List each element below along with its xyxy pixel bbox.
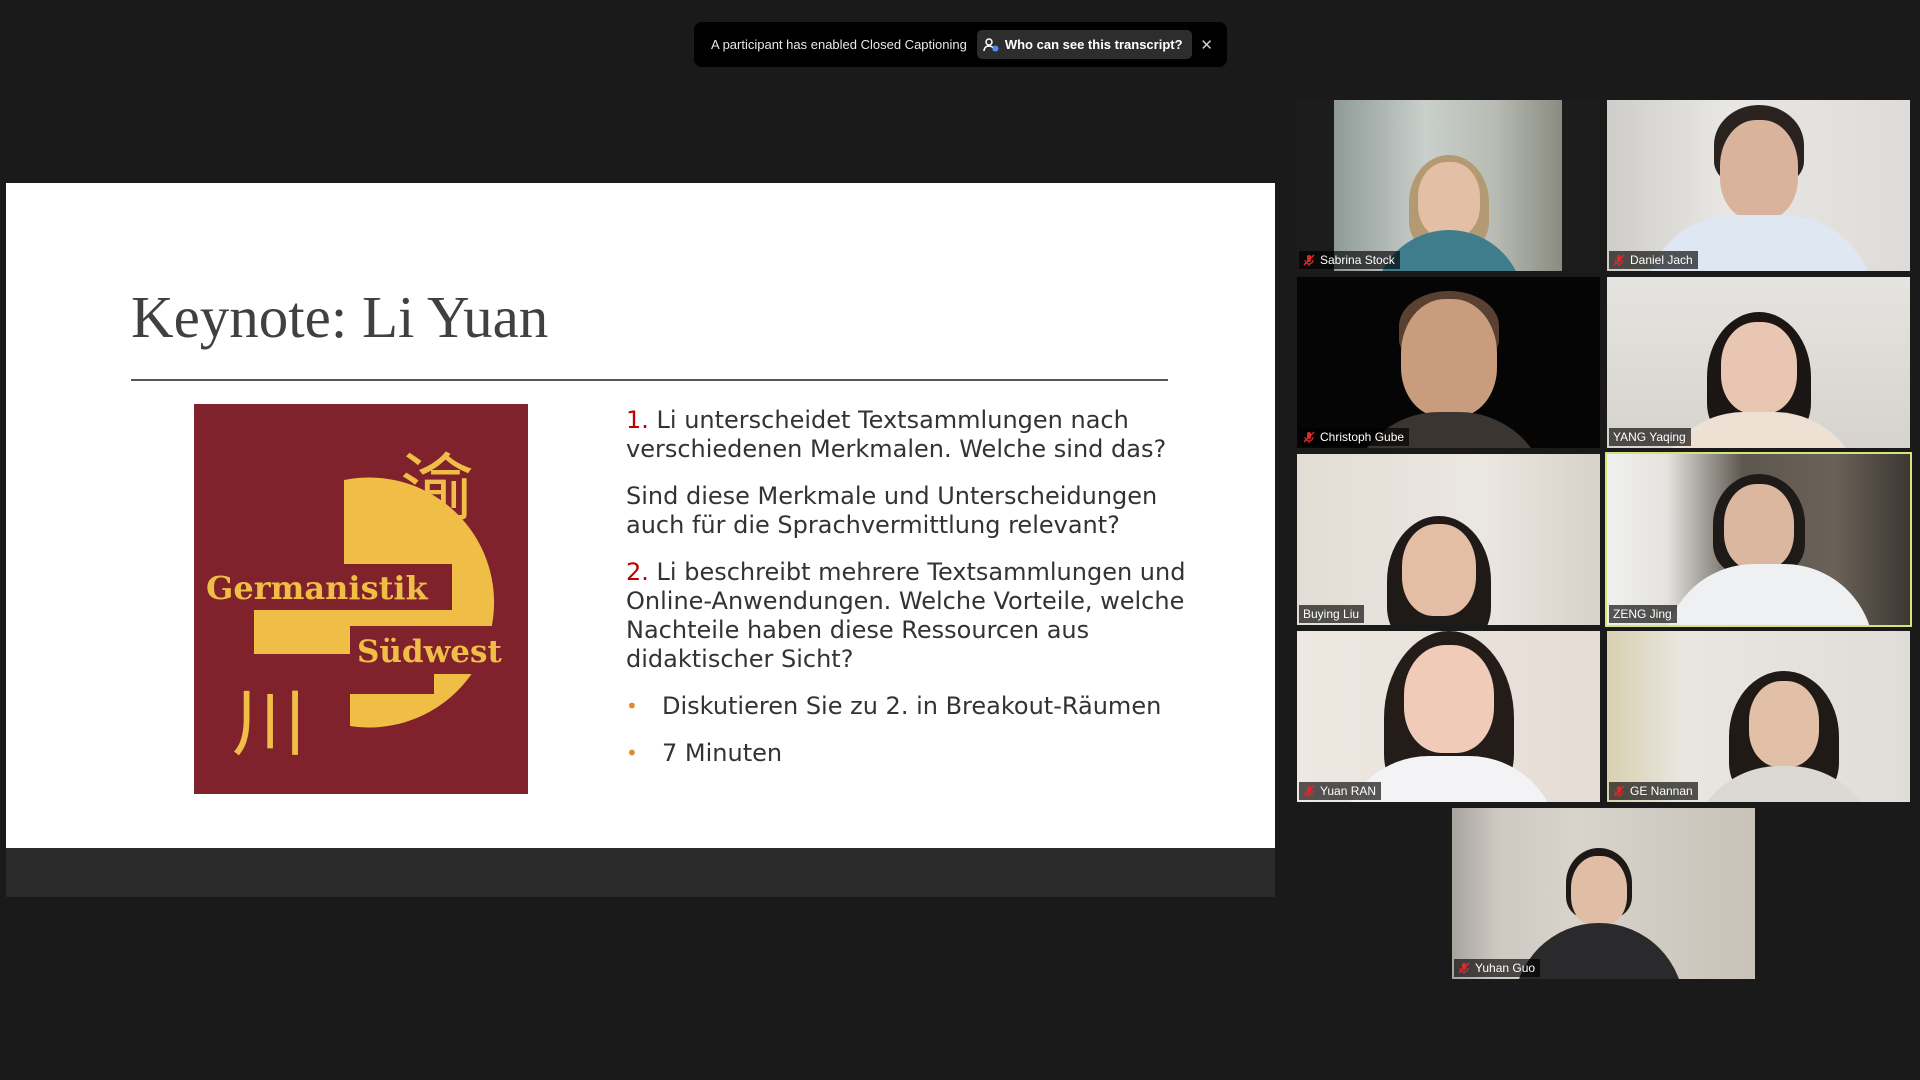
participant-name-label: Daniel Jach bbox=[1609, 251, 1698, 269]
bullet-icon: • bbox=[626, 694, 638, 718]
question-1-number: 1. bbox=[626, 406, 649, 434]
participant-face bbox=[1720, 322, 1797, 414]
question-1: 1. Li unterscheidet Textsammlungen nach … bbox=[626, 406, 1186, 464]
participant-name-label: Buying Liu bbox=[1299, 605, 1365, 623]
germanistik-suedwest-logo: Germanistik Südwest 渝 川 bbox=[194, 404, 528, 794]
logo-text-suedwest: Südwest bbox=[357, 634, 502, 670]
question-1-followup: Sind diese Merkmale und Unterscheidungen… bbox=[626, 482, 1158, 539]
video-tile-sabrina-stock[interactable]: Sabrina Stock bbox=[1297, 100, 1600, 271]
participant-face bbox=[1719, 120, 1798, 220]
participant-name-label: Sabrina Stock bbox=[1299, 251, 1400, 269]
muted-mic-icon bbox=[1458, 962, 1470, 974]
logo-char-top: 渝 bbox=[400, 446, 474, 532]
video-tile-zeng-jing[interactable]: ZENG Jing bbox=[1605, 452, 1912, 627]
participant-name-label: YANG Yaqing bbox=[1609, 428, 1691, 446]
participant-name-label: Christoph Gube bbox=[1299, 428, 1410, 446]
participant-name: YANG Yaqing bbox=[1613, 430, 1686, 444]
video-tile-christoph-gube[interactable]: Christoph Gube bbox=[1297, 277, 1600, 448]
slide-content: 1. Li unterscheidet Textsammlungen nach … bbox=[626, 406, 1186, 786]
muted-mic-icon bbox=[1613, 785, 1625, 797]
bullet-text: Diskutieren Sie zu 2. in Breakout-Räumen bbox=[662, 692, 1162, 720]
logo-graphic: Germanistik Südwest 渝 川 bbox=[194, 446, 528, 767]
video-tile-ge-nannan[interactable]: GE Nannan bbox=[1607, 631, 1910, 802]
captions-notification-banner: A participant has enabled Closed Caption… bbox=[694, 22, 1227, 67]
participant-name: Yuan RAN bbox=[1320, 784, 1377, 798]
participant-face bbox=[1403, 645, 1494, 753]
video-tile-yuhan-guo[interactable]: Yuhan Guo bbox=[1452, 808, 1755, 979]
video-tile-yang-yaqing[interactable]: YANG Yaqing bbox=[1607, 277, 1910, 448]
question-2-number: 2. bbox=[626, 558, 649, 586]
who-can-see-transcript-button[interactable]: Who can see this transcript? bbox=[976, 30, 1192, 59]
video-tile-buying-liu[interactable]: Buying Liu bbox=[1297, 454, 1600, 625]
participant-name: Yuhan Guo bbox=[1475, 961, 1536, 975]
participant-name-label: Yuhan Guo bbox=[1454, 959, 1541, 977]
muted-mic-icon bbox=[1303, 254, 1315, 266]
participant-name: Christoph Gube bbox=[1320, 430, 1405, 444]
who-can-see-transcript-label: Who can see this transcript? bbox=[1004, 37, 1183, 52]
participant-face bbox=[1723, 484, 1794, 570]
question-2: 2. Li beschreibt mehrere Textsammlungen … bbox=[626, 558, 1186, 674]
close-icon[interactable]: ✕ bbox=[1200, 36, 1213, 54]
participant-name-label: GE Nannan bbox=[1609, 782, 1698, 800]
participant-name-label: Yuan RAN bbox=[1299, 782, 1382, 800]
muted-mic-icon bbox=[1303, 431, 1315, 443]
muted-mic-icon bbox=[1613, 254, 1625, 266]
muted-mic-icon bbox=[1303, 785, 1315, 797]
video-tile-daniel-jach[interactable]: Daniel Jach bbox=[1607, 100, 1910, 271]
question-2-text: Li beschreibt mehrere Textsammlungen und… bbox=[626, 558, 1186, 673]
question-1-text: Li unterscheidet Textsammlungen nach ver… bbox=[626, 406, 1167, 463]
participant-name: Sabrina Stock bbox=[1320, 253, 1395, 267]
video-tile-yuan-ran[interactable]: Yuan RAN bbox=[1297, 631, 1600, 802]
shared-screen-slide: Keynote: Li Yuan Germanistik Südwest 渝 川… bbox=[6, 183, 1275, 849]
participant-name-label: ZENG Jing bbox=[1609, 605, 1677, 623]
participant-face bbox=[1400, 299, 1497, 417]
participant-face bbox=[1417, 162, 1480, 238]
participant-name: GE Nannan bbox=[1630, 784, 1693, 798]
participant-name: Buying Liu bbox=[1303, 607, 1360, 621]
participant-face bbox=[1401, 524, 1476, 616]
logo-char-bottom: 川 bbox=[232, 681, 306, 767]
bullet-icon: • bbox=[626, 741, 638, 765]
participant-name: Daniel Jach bbox=[1630, 253, 1693, 267]
participant-name: ZENG Jing bbox=[1613, 607, 1672, 621]
bullet-item: • 7 Minuten bbox=[626, 739, 1186, 768]
shared-screen-footer bbox=[6, 848, 1275, 897]
captions-notification-text: A participant has enabled Closed Caption… bbox=[711, 37, 967, 52]
participant-face bbox=[1748, 681, 1819, 767]
logo-text-germanistik: Germanistik bbox=[206, 569, 429, 607]
slide-title: Keynote: Li Yuan bbox=[131, 284, 549, 350]
bullet-item: • Diskutieren Sie zu 2. in Breakout-Räume… bbox=[626, 692, 1186, 721]
slide-divider bbox=[131, 379, 1168, 381]
bullet-text: 7 Minuten bbox=[662, 739, 783, 767]
people-icon bbox=[983, 37, 999, 51]
participant-face bbox=[1570, 856, 1627, 926]
